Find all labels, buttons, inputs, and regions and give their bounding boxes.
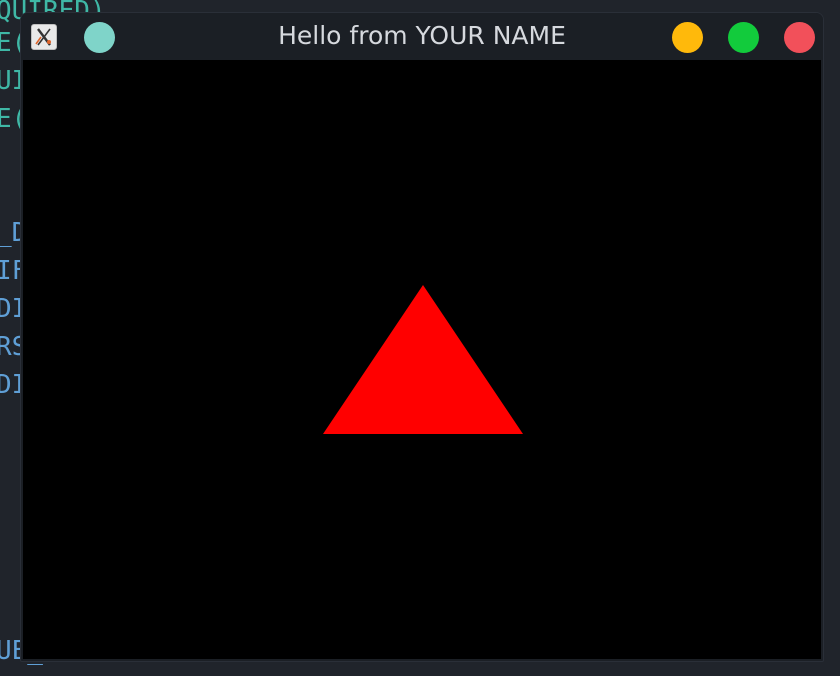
pin-circle-icon[interactable] (84, 22, 115, 53)
window-titlebar[interactable]: Hello from YOUR NAME (21, 13, 823, 59)
render-surface (323, 285, 523, 434)
maximize-circle-icon[interactable] (728, 22, 759, 53)
x-app-icon[interactable] (31, 24, 57, 50)
minimize-circle-icon[interactable] (672, 22, 703, 53)
red-triangle (323, 285, 523, 434)
close-circle-icon[interactable] (784, 22, 815, 53)
app-window: Hello from YOUR NAME (20, 12, 824, 662)
render-canvas[interactable] (23, 60, 821, 659)
